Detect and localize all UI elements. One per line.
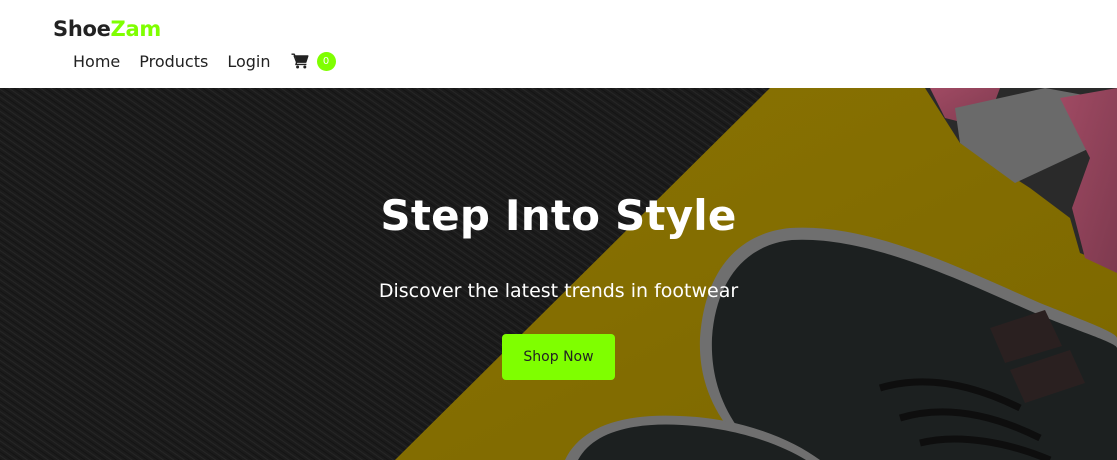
hero-banner: Step Into Style Discover the latest tren… [0, 88, 1117, 460]
logo-text-shoe: Shoe [53, 17, 111, 41]
cart-count-badge: 0 [316, 51, 336, 71]
main-nav: Home Products Login 0 [73, 49, 336, 73]
hero-subtitle: Discover the latest trends in footwear [378, 280, 739, 302]
nav-link-login[interactable]: Login [227, 52, 270, 71]
shop-now-button[interactable]: Shop Now [502, 334, 615, 380]
hero-title: Step Into Style [380, 191, 737, 240]
nav-link-home[interactable]: Home [73, 52, 120, 71]
navbar: ShoeZam Home Products Login 0 [0, 0, 1117, 88]
nav-link-products[interactable]: Products [139, 52, 208, 71]
site-logo[interactable]: ShoeZam [53, 15, 161, 43]
cart-button[interactable]: 0 [291, 51, 336, 71]
hero-background-image [0, 88, 1117, 460]
logo-text-zam: Zam [110, 17, 162, 41]
shopping-cart-icon [291, 53, 309, 69]
